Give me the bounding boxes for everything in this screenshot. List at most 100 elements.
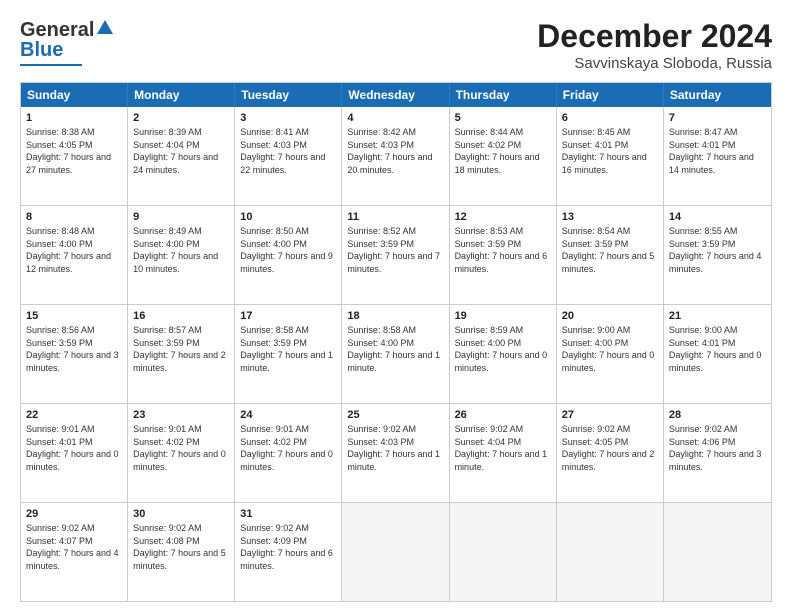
cell-info: Sunrise: 8:38 AM Sunset: 4:05 PM Dayligh… xyxy=(26,127,111,175)
day-number: 11 xyxy=(347,210,443,225)
calendar-cell: 19Sunrise: 8:59 AM Sunset: 4:00 PM Dayli… xyxy=(450,305,557,403)
logo-underline xyxy=(20,64,82,66)
calendar-cell xyxy=(557,503,664,601)
header-day-sunday: Sunday xyxy=(21,83,128,107)
cell-info: Sunrise: 8:52 AM Sunset: 3:59 PM Dayligh… xyxy=(347,226,440,274)
calendar-cell: 12Sunrise: 8:53 AM Sunset: 3:59 PM Dayli… xyxy=(450,206,557,304)
cell-info: Sunrise: 9:01 AM Sunset: 4:02 PM Dayligh… xyxy=(133,424,226,472)
day-number: 6 xyxy=(562,111,658,126)
calendar-cell: 26Sunrise: 9:02 AM Sunset: 4:04 PM Dayli… xyxy=(450,404,557,502)
cell-info: Sunrise: 9:01 AM Sunset: 4:02 PM Dayligh… xyxy=(240,424,333,472)
calendar-week-4: 22Sunrise: 9:01 AM Sunset: 4:01 PM Dayli… xyxy=(21,404,771,503)
header-day-thursday: Thursday xyxy=(450,83,557,107)
day-number: 16 xyxy=(133,309,229,324)
day-number: 14 xyxy=(669,210,766,225)
day-number: 23 xyxy=(133,408,229,423)
main-title: December 2024 xyxy=(537,18,772,55)
cell-info: Sunrise: 8:56 AM Sunset: 3:59 PM Dayligh… xyxy=(26,325,119,373)
header-day-friday: Friday xyxy=(557,83,664,107)
calendar-cell: 9Sunrise: 8:49 AM Sunset: 4:00 PM Daylig… xyxy=(128,206,235,304)
cell-info: Sunrise: 8:55 AM Sunset: 3:59 PM Dayligh… xyxy=(669,226,762,274)
calendar-cell: 11Sunrise: 8:52 AM Sunset: 3:59 PM Dayli… xyxy=(342,206,449,304)
calendar-cell: 21Sunrise: 9:00 AM Sunset: 4:01 PM Dayli… xyxy=(664,305,771,403)
day-number: 3 xyxy=(240,111,336,126)
cell-info: Sunrise: 8:41 AM Sunset: 4:03 PM Dayligh… xyxy=(240,127,325,175)
calendar-cell: 13Sunrise: 8:54 AM Sunset: 3:59 PM Dayli… xyxy=(557,206,664,304)
calendar-cell: 6Sunrise: 8:45 AM Sunset: 4:01 PM Daylig… xyxy=(557,107,664,205)
cell-info: Sunrise: 8:53 AM Sunset: 3:59 PM Dayligh… xyxy=(455,226,548,274)
day-number: 31 xyxy=(240,507,336,522)
day-number: 29 xyxy=(26,507,122,522)
day-number: 5 xyxy=(455,111,551,126)
calendar-cell: 20Sunrise: 9:00 AM Sunset: 4:00 PM Dayli… xyxy=(557,305,664,403)
calendar-cell: 31Sunrise: 9:02 AM Sunset: 4:09 PM Dayli… xyxy=(235,503,342,601)
calendar-cell: 2Sunrise: 8:39 AM Sunset: 4:04 PM Daylig… xyxy=(128,107,235,205)
header-day-tuesday: Tuesday xyxy=(235,83,342,107)
day-number: 17 xyxy=(240,309,336,324)
cell-info: Sunrise: 8:58 AM Sunset: 4:00 PM Dayligh… xyxy=(347,325,440,373)
day-number: 20 xyxy=(562,309,658,324)
logo-blue-text: Blue xyxy=(20,39,63,62)
cell-info: Sunrise: 9:01 AM Sunset: 4:01 PM Dayligh… xyxy=(26,424,119,472)
cell-info: Sunrise: 9:02 AM Sunset: 4:06 PM Dayligh… xyxy=(669,424,762,472)
calendar-cell: 28Sunrise: 9:02 AM Sunset: 4:06 PM Dayli… xyxy=(664,404,771,502)
day-number: 10 xyxy=(240,210,336,225)
cell-info: Sunrise: 8:45 AM Sunset: 4:01 PM Dayligh… xyxy=(562,127,647,175)
cell-info: Sunrise: 9:00 AM Sunset: 4:00 PM Dayligh… xyxy=(562,325,655,373)
day-number: 21 xyxy=(669,309,766,324)
header: General Blue December 2024 Savvinskaya S… xyxy=(20,18,772,72)
day-number: 2 xyxy=(133,111,229,126)
calendar-cell: 5Sunrise: 8:44 AM Sunset: 4:02 PM Daylig… xyxy=(450,107,557,205)
calendar-cell: 10Sunrise: 8:50 AM Sunset: 4:00 PM Dayli… xyxy=(235,206,342,304)
calendar-week-5: 29Sunrise: 9:02 AM Sunset: 4:07 PM Dayli… xyxy=(21,503,771,601)
header-day-monday: Monday xyxy=(128,83,235,107)
calendar-cell: 25Sunrise: 9:02 AM Sunset: 4:03 PM Dayli… xyxy=(342,404,449,502)
cell-info: Sunrise: 8:58 AM Sunset: 3:59 PM Dayligh… xyxy=(240,325,333,373)
calendar-cell: 3Sunrise: 8:41 AM Sunset: 4:03 PM Daylig… xyxy=(235,107,342,205)
day-number: 24 xyxy=(240,408,336,423)
calendar-cell: 27Sunrise: 9:02 AM Sunset: 4:05 PM Dayli… xyxy=(557,404,664,502)
cell-info: Sunrise: 8:57 AM Sunset: 3:59 PM Dayligh… xyxy=(133,325,226,373)
calendar-cell: 22Sunrise: 9:01 AM Sunset: 4:01 PM Dayli… xyxy=(21,404,128,502)
calendar-cell: 8Sunrise: 8:48 AM Sunset: 4:00 PM Daylig… xyxy=(21,206,128,304)
cell-info: Sunrise: 8:54 AM Sunset: 3:59 PM Dayligh… xyxy=(562,226,655,274)
cell-info: Sunrise: 9:02 AM Sunset: 4:04 PM Dayligh… xyxy=(455,424,548,472)
day-number: 22 xyxy=(26,408,122,423)
calendar-body: 1Sunrise: 8:38 AM Sunset: 4:05 PM Daylig… xyxy=(21,107,771,601)
day-number: 19 xyxy=(455,309,551,324)
calendar-cell xyxy=(664,503,771,601)
cell-info: Sunrise: 8:39 AM Sunset: 4:04 PM Dayligh… xyxy=(133,127,218,175)
cell-info: Sunrise: 8:59 AM Sunset: 4:00 PM Dayligh… xyxy=(455,325,548,373)
cell-info: Sunrise: 9:02 AM Sunset: 4:08 PM Dayligh… xyxy=(133,523,226,571)
calendar-cell: 7Sunrise: 8:47 AM Sunset: 4:01 PM Daylig… xyxy=(664,107,771,205)
day-number: 13 xyxy=(562,210,658,225)
cell-info: Sunrise: 9:02 AM Sunset: 4:03 PM Dayligh… xyxy=(347,424,440,472)
cell-info: Sunrise: 8:42 AM Sunset: 4:03 PM Dayligh… xyxy=(347,127,432,175)
day-number: 12 xyxy=(455,210,551,225)
cell-info: Sunrise: 9:02 AM Sunset: 4:05 PM Dayligh… xyxy=(562,424,655,472)
calendar-cell: 4Sunrise: 8:42 AM Sunset: 4:03 PM Daylig… xyxy=(342,107,449,205)
day-number: 15 xyxy=(26,309,122,324)
day-number: 4 xyxy=(347,111,443,126)
header-day-saturday: Saturday xyxy=(664,83,771,107)
calendar-cell xyxy=(450,503,557,601)
calendar-week-1: 1Sunrise: 8:38 AM Sunset: 4:05 PM Daylig… xyxy=(21,107,771,206)
calendar-cell: 1Sunrise: 8:38 AM Sunset: 4:05 PM Daylig… xyxy=(21,107,128,205)
logo: General Blue xyxy=(20,18,114,66)
cell-info: Sunrise: 8:49 AM Sunset: 4:00 PM Dayligh… xyxy=(133,226,218,274)
cell-info: Sunrise: 8:50 AM Sunset: 4:00 PM Dayligh… xyxy=(240,226,333,274)
calendar-cell: 23Sunrise: 9:01 AM Sunset: 4:02 PM Dayli… xyxy=(128,404,235,502)
calendar-cell: 18Sunrise: 8:58 AM Sunset: 4:00 PM Dayli… xyxy=(342,305,449,403)
day-number: 18 xyxy=(347,309,443,324)
calendar: SundayMondayTuesdayWednesdayThursdayFrid… xyxy=(20,82,772,602)
calendar-cell: 24Sunrise: 9:01 AM Sunset: 4:02 PM Dayli… xyxy=(235,404,342,502)
logo-icon xyxy=(96,18,114,41)
page: General Blue December 2024 Savvinskaya S… xyxy=(0,0,792,612)
cell-info: Sunrise: 9:02 AM Sunset: 4:07 PM Dayligh… xyxy=(26,523,119,571)
cell-info: Sunrise: 8:44 AM Sunset: 4:02 PM Dayligh… xyxy=(455,127,540,175)
calendar-cell: 29Sunrise: 9:02 AM Sunset: 4:07 PM Dayli… xyxy=(21,503,128,601)
title-block: December 2024 Savvinskaya Sloboda, Russi… xyxy=(537,18,772,72)
header-day-wednesday: Wednesday xyxy=(342,83,449,107)
calendar-week-2: 8Sunrise: 8:48 AM Sunset: 4:00 PM Daylig… xyxy=(21,206,771,305)
day-number: 25 xyxy=(347,408,443,423)
